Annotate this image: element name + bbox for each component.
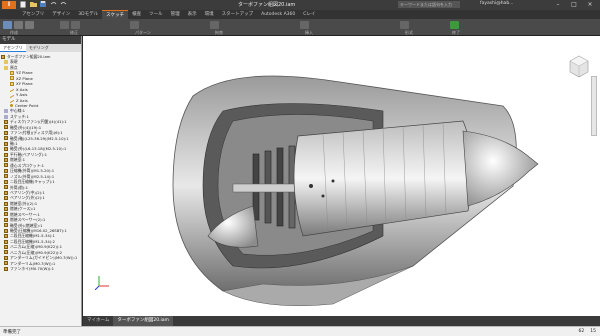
- sketch-icon: [4, 109, 8, 114]
- maximize-icon[interactable]: □: [566, 0, 582, 10]
- part-icon: [4, 261, 8, 266]
- navigation-bar[interactable]: [591, 76, 597, 136]
- part-icon: [4, 174, 8, 179]
- part-icon: [4, 223, 8, 228]
- app-logo[interactable]: I: [2, 1, 16, 9]
- part-icon: [4, 206, 8, 211]
- turbofan-model[interactable]: [83, 36, 600, 316]
- status-text: 準備完了: [3, 330, 21, 335]
- title-bar: I ターボファン組図20.iam キーワードまたは語句を入力 fayashi@h…: [0, 0, 600, 10]
- redo-icon[interactable]: [60, 1, 68, 9]
- plane-icon: [10, 76, 14, 81]
- part-icon: [4, 190, 8, 195]
- ribbon-tab[interactable]: 表示: [184, 10, 201, 19]
- line-icon[interactable]: [14, 21, 23, 29]
- part-icon: [4, 266, 8, 271]
- open-icon[interactable]: [30, 1, 38, 9]
- part-icon: [4, 250, 8, 255]
- document-tabs: マイホーム ターボファン組図20.iam: [83, 316, 600, 326]
- part-icon: [4, 228, 8, 233]
- part-icon: [4, 147, 8, 152]
- ribbon-tab[interactable]: 3Dモデル: [74, 10, 102, 19]
- trim-icon[interactable]: [71, 21, 80, 29]
- close-icon[interactable]: ×: [582, 0, 598, 10]
- part-icon: [4, 136, 8, 141]
- browser-header: モデル: [0, 36, 81, 44]
- doc-tab-home[interactable]: マイホーム: [83, 316, 113, 326]
- user-account[interactable]: fayashi@hab...: [480, 1, 513, 6]
- part-icon: [4, 196, 8, 201]
- part-icon: [1, 54, 5, 59]
- ribbon-tab[interactable]: デザイン: [48, 10, 74, 19]
- ribbon-tab[interactable]: スタートアップ: [218, 10, 258, 19]
- constraint-icon[interactable]: [210, 21, 219, 29]
- window-title: ターボファン組図20.iam: [238, 2, 296, 8]
- move-icon[interactable]: [60, 21, 69, 29]
- new-file-icon[interactable]: [20, 1, 28, 9]
- folder-icon: [4, 65, 8, 70]
- part-icon: [4, 119, 8, 124]
- status-bar: 準備完了 62 15: [0, 326, 600, 336]
- part-icon: [4, 185, 8, 190]
- browser-tab-assembly[interactable]: アセンブリ: [0, 44, 26, 52]
- browser-tab-modeling[interactable]: モデリング: [26, 44, 52, 52]
- browser-tabs: アセンブリ モデリング: [0, 44, 81, 52]
- insert-icon[interactable]: [300, 21, 309, 29]
- part-icon: [4, 212, 8, 217]
- ribbon-tabs: アセンブリ デザイン 3Dモデル スケッチ 検査 ツール 管理 表示 環境 スタートアップ Auto…: [0, 10, 600, 19]
- part-icon: [4, 163, 8, 168]
- plane-icon: [10, 71, 14, 76]
- ribbon-tab[interactable]: ツール: [145, 10, 167, 19]
- model-browser: モデル アセンブリ モデリング ターボファン組図20.iam 表現 原点 YZ Pla…: [0, 36, 82, 326]
- ribbon-tab[interactable]: スケッチ: [102, 10, 129, 19]
- pt-icon: [10, 104, 13, 108]
- browser-tree: ターボファン組図20.iam 表現 原点 YZ Plane XZ Plane XY Pla…: [0, 52, 81, 272]
- sketch-icon: [4, 114, 8, 119]
- viewcube[interactable]: [568, 54, 590, 80]
- minimize-icon[interactable]: –: [550, 0, 566, 10]
- part-icon: [4, 255, 8, 260]
- create-sketch-icon[interactable]: [3, 21, 12, 29]
- ribbon-tab[interactable]: Autodesk A360: [257, 10, 299, 19]
- undo-icon[interactable]: [50, 1, 58, 9]
- part-icon: [4, 125, 8, 130]
- ribbon-tab[interactable]: 管理: [167, 10, 184, 19]
- part-icon: [4, 168, 8, 173]
- doc-tab-assembly[interactable]: ターボファン組図20.iam: [113, 316, 173, 326]
- part-icon: [4, 217, 8, 222]
- folder-icon: [4, 60, 8, 65]
- circle-icon[interactable]: [25, 21, 34, 29]
- tree-item-label: 軸受(軸)(L25-36.29)(M2.5-10):1: [10, 135, 69, 141]
- part-icon: [4, 201, 8, 206]
- tree-item[interactable]: ファンホイ(M0.70(W)):1: [0, 266, 81, 271]
- finish-sketch-icon[interactable]: [450, 21, 459, 29]
- status-count-1: 62: [578, 329, 585, 334]
- status-counts: 62 15: [579, 329, 596, 334]
- part-icon: [4, 152, 8, 157]
- ribbon-panel: 作成 修正 パターン 拘束 挿入 形式 終了: [0, 19, 600, 36]
- graphics-window[interactable]: [83, 36, 600, 316]
- format-icon[interactable]: [400, 21, 409, 29]
- status-count-2: 15: [590, 329, 596, 334]
- pattern-icon[interactable]: [130, 21, 139, 29]
- ribbon-tab[interactable]: 検査: [128, 10, 145, 19]
- part-icon: [4, 239, 8, 244]
- part-icon: [4, 158, 8, 163]
- tree-item-label: ファンホイ(M0.70(W)):1: [10, 266, 55, 272]
- part-icon: [4, 245, 8, 250]
- part-icon: [4, 141, 8, 146]
- window-controls: – □ ×: [550, 0, 598, 10]
- ribbon-tab[interactable]: アセンブリ: [18, 10, 48, 19]
- part-icon: [4, 234, 8, 239]
- part-icon: [4, 179, 8, 184]
- plane-icon: [10, 81, 14, 86]
- save-icon[interactable]: [40, 1, 48, 9]
- ribbon-tab[interactable]: 環境: [201, 10, 218, 19]
- search-input[interactable]: キーワードまたは語句を入力: [398, 1, 460, 8]
- axis-triad-icon: [94, 274, 111, 292]
- ribbon-tab[interactable]: Cレイ: [299, 10, 319, 19]
- part-icon: [4, 130, 8, 135]
